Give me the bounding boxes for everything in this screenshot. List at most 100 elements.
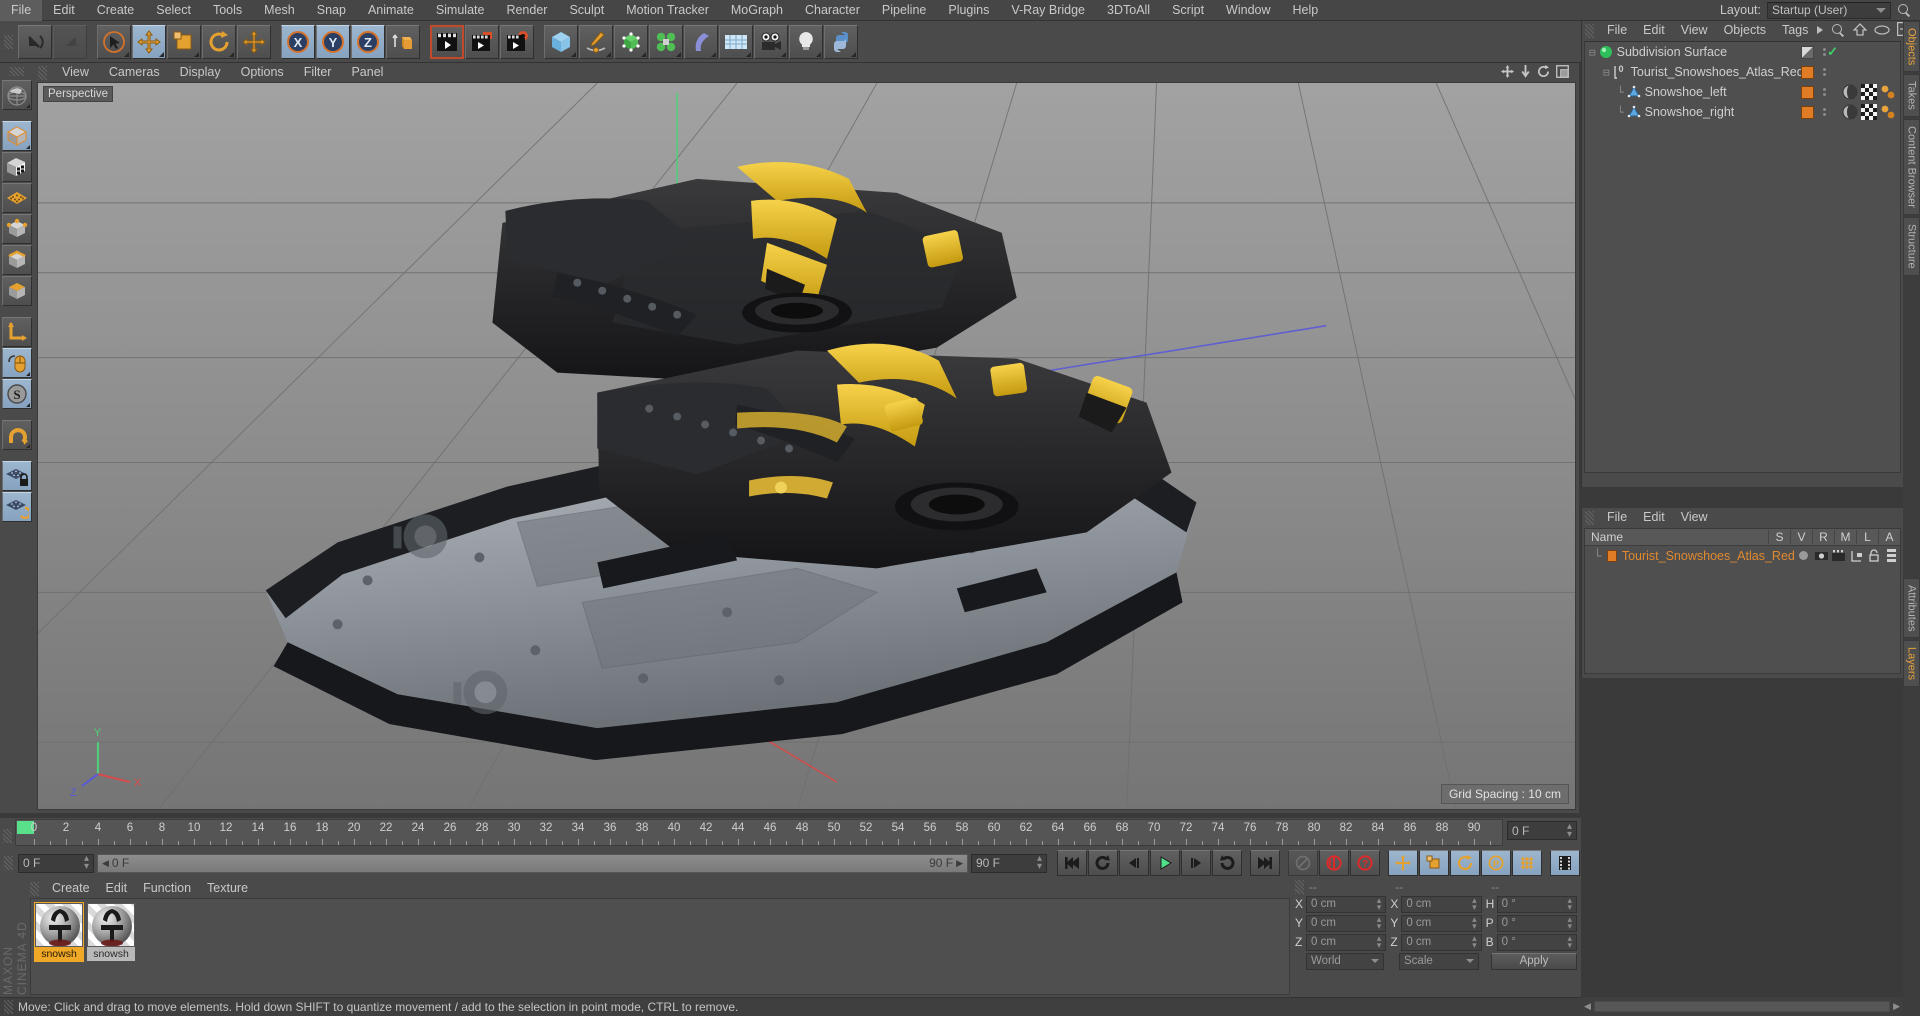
next-keyframe-button[interactable] — [1212, 850, 1242, 876]
edge-mode-button[interactable] — [2, 245, 32, 275]
spinner-icon[interactable]: ▴ ▾ — [1567, 896, 1572, 912]
live-selection-tool[interactable] — [97, 24, 131, 59]
vertical-tab-layers[interactable]: Layers — [1903, 640, 1920, 688]
spinner-icon[interactable]: ▴ ▾ — [1472, 934, 1477, 950]
spinner-icon[interactable]: ▴ ▾ — [84, 854, 89, 872]
world-object-coordinate-button[interactable] — [386, 24, 420, 59]
move-tool[interactable] — [132, 24, 166, 59]
play-button[interactable] — [1150, 850, 1180, 876]
texture-tag[interactable] — [1842, 104, 1858, 120]
scale-tool[interactable] — [167, 24, 201, 59]
menu-item-select[interactable]: Select — [145, 0, 202, 21]
python-script-button[interactable] — [824, 24, 858, 59]
visibility-dots[interactable] — [1823, 48, 1826, 56]
previous-keyframe-button[interactable] — [1088, 850, 1118, 876]
object-visibility-swatch[interactable] — [1801, 45, 1814, 59]
spinner-icon[interactable]: ▴ ▾ — [1377, 896, 1382, 912]
rotation-key-button[interactable] — [1450, 850, 1480, 876]
object-row[interactable]: ⊟ Subdivision Surface ✓ — [1585, 42, 1900, 62]
menu-item-pipeline[interactable]: Pipeline — [871, 0, 937, 21]
polygon-mode-button[interactable] — [2, 183, 32, 213]
layer-manager-gripper[interactable] — [1585, 510, 1594, 525]
uv-tag[interactable] — [1861, 84, 1877, 100]
viewport-menu-cameras[interactable]: Cameras — [99, 63, 170, 82]
menu-item-window[interactable]: Window — [1215, 0, 1281, 21]
scroll-thumb[interactable] — [1593, 1001, 1891, 1012]
point-mode-button[interactable] — [2, 214, 32, 244]
object-manager-menu-view[interactable]: View — [1673, 21, 1716, 40]
menu-item-create[interactable]: Create — [86, 0, 146, 21]
home-icon[interactable] — [1852, 22, 1868, 39]
vertical-tab-structure[interactable]: Structure — [1903, 216, 1920, 276]
z-axis-lock-button[interactable]: Z — [351, 24, 385, 59]
eye-icon[interactable] — [1874, 24, 1890, 38]
object-row[interactable]: └ Snowshoe_right — [1585, 102, 1900, 122]
object-color-swatch[interactable] — [1801, 105, 1814, 119]
move-duplicate-tool[interactable] — [237, 24, 271, 59]
add-deformer-button[interactable] — [684, 24, 718, 59]
spinner-icon[interactable]: ▴ ▾ — [1472, 915, 1477, 931]
model-mode-button[interactable] — [2, 121, 32, 151]
object-tree[interactable]: ⊟ Subdivision Surface ✓ ⊟ 0 Tourist_Snowshoes… — [1584, 41, 1901, 473]
y-axis-lock-button[interactable]: Y — [316, 24, 350, 59]
layer-list[interactable]: Name S V R M L A └ Tourist_Snowshoes_Atlas_Red — [1584, 528, 1901, 674]
timeline-gripper[interactable] — [3, 828, 12, 843]
menu-item-v-ray-bridge[interactable]: V-Ray Bridge — [1000, 0, 1096, 21]
keyframe-selection-button[interactable]: ? — [1350, 850, 1380, 876]
apply-button[interactable]: Apply — [1491, 952, 1577, 970]
enable-axis-mode-button[interactable] — [2, 317, 32, 347]
texture-tag[interactable] — [1842, 84, 1858, 100]
viewport-menu-filter[interactable]: Filter — [294, 63, 342, 82]
layer-toggle-r[interactable] — [1830, 550, 1848, 561]
scroll-right-icon[interactable]: ▶ — [1890, 1001, 1903, 1012]
rotate-icon[interactable] — [1537, 64, 1550, 81]
go-to-end-button[interactable] — [1250, 850, 1280, 876]
spinner-icon[interactable]: ▴ ▾ — [1567, 934, 1572, 950]
menu-item-simulate[interactable]: Simulate — [425, 0, 496, 21]
viewport-3d[interactable]: Y X Z Perspective Grid Spacing : 10 cm — [37, 82, 1576, 810]
layer-color-swatch[interactable] — [1606, 549, 1617, 562]
position-key-button[interactable] — [1388, 850, 1418, 876]
spinner-icon[interactable]: ▴ ▾ — [1472, 896, 1477, 912]
material-swatch-area[interactable]: snowsh snowsh — [30, 898, 1290, 995]
menu-item-render[interactable]: Render — [495, 0, 558, 21]
object-row[interactable]: └ Snowshoe_left — [1585, 82, 1900, 102]
material-menu-texture[interactable]: Texture — [199, 879, 256, 898]
material-menu-edit[interactable]: Edit — [98, 879, 136, 898]
expand-collapse-icon[interactable]: ⊟ — [1589, 46, 1596, 59]
spinner-icon[interactable]: ▴ ▾ — [1567, 821, 1572, 839]
menu-item-plugins[interactable]: Plugins — [937, 0, 1000, 21]
viewport-menu-display[interactable]: Display — [170, 63, 231, 82]
scroll-left-icon[interactable]: ◀ — [1581, 1001, 1594, 1012]
search-icon[interactable] — [1831, 23, 1846, 38]
vertical-tab-objects[interactable]: Objects — [1903, 21, 1920, 73]
rot-b-field[interactable]: 0 ° ▴ ▾ — [1496, 933, 1577, 951]
pos-y-field[interactable]: 0 cm ▴ ▾ — [1306, 914, 1387, 932]
layer-toggle-a[interactable] — [1883, 549, 1901, 562]
menu-item-mesh[interactable]: Mesh — [253, 0, 306, 21]
add-camera-button[interactable] — [754, 24, 788, 59]
menu-item-tools[interactable]: Tools — [202, 0, 253, 21]
coordinates-gripper[interactable] — [1295, 880, 1304, 894]
layer-manager-menu-file[interactable]: File — [1599, 508, 1635, 527]
viewport-menu-options[interactable]: Options — [231, 63, 294, 82]
render-view-button[interactable] — [430, 24, 464, 59]
material-menu-function[interactable]: Function — [135, 879, 199, 898]
viewport-gripper[interactable] — [38, 65, 47, 80]
enabled-checkmark-icon[interactable]: ✓ — [1827, 44, 1838, 60]
menu-item-animate[interactable]: Animate — [357, 0, 425, 21]
object-manager-gripper[interactable] — [1585, 23, 1594, 38]
visibility-dots[interactable] — [1823, 108, 1826, 116]
expand-collapse-icon[interactable]: ⊟ — [1603, 66, 1610, 79]
spinner-icon[interactable]: ▴ ▾ — [1567, 915, 1572, 931]
visibility-dots[interactable] — [1823, 68, 1826, 76]
add-light-button[interactable] — [789, 24, 823, 59]
end-frame-field[interactable]: 90 F ▴ ▾ — [971, 853, 1047, 873]
object-row[interactable]: ⊟ 0 Tourist_Snowshoes_Atlas_Red — [1585, 62, 1900, 82]
x-axis-lock-button[interactable]: X — [281, 24, 315, 59]
dolly-icon[interactable] — [1520, 64, 1531, 81]
size-z-field[interactable]: 0 cm ▴ ▾ — [1401, 933, 1482, 951]
spinner-icon[interactable]: ▴ ▾ — [1377, 915, 1382, 931]
horizontal-scrollbar[interactable]: ◀ ▶ — [1581, 997, 1903, 1016]
spinner-icon[interactable]: ▴ ▾ — [1377, 934, 1382, 950]
